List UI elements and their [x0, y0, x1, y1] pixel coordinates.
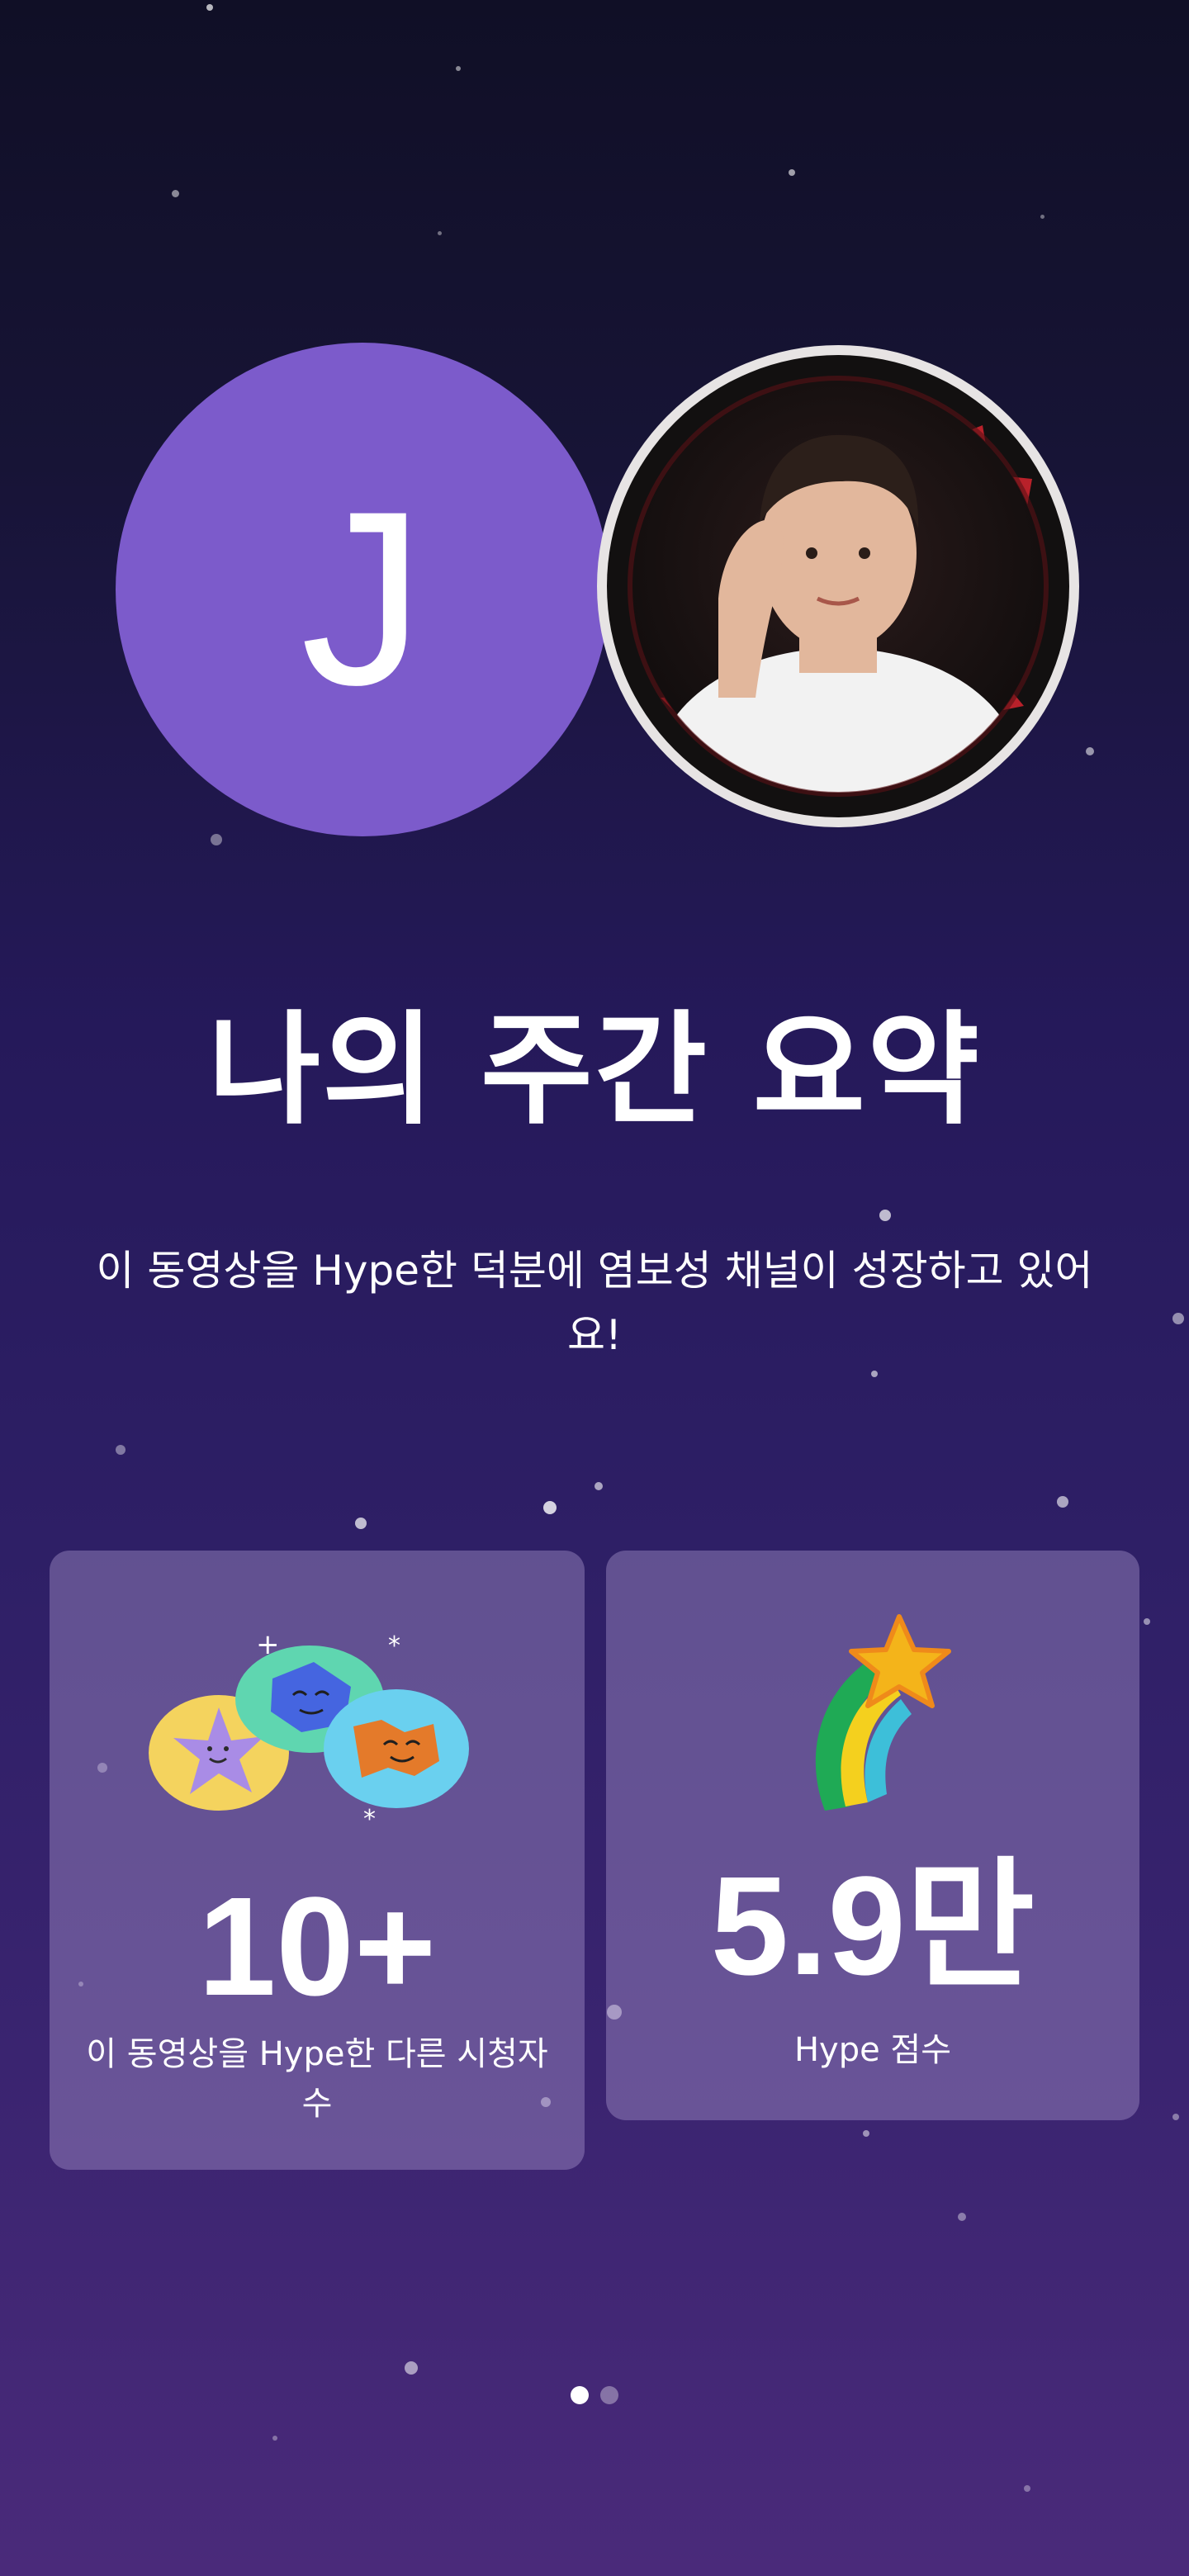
creator-avatar — [597, 345, 1079, 827]
hype-score-stat-card: 5.9만 Hype 점수 — [606, 1551, 1139, 2120]
hype-score-value: 5.9만 — [710, 1848, 1035, 2005]
page-dot-2[interactable] — [600, 2386, 618, 2404]
page-indicator[interactable] — [0, 2386, 1189, 2404]
viewers-stat-value: 10+ — [197, 1868, 437, 2025]
page-dot-1[interactable] — [571, 2386, 589, 2404]
svg-text:*: * — [388, 1631, 400, 1660]
user-avatar: J — [116, 343, 609, 836]
happy-faces-icon: + * * — [149, 1629, 469, 1834]
page-subtitle: 이 동영상을 Hype한 덕분에 염보성 채널이 성장하고 있어요! — [96, 1247, 1093, 1359]
svg-text:*: * — [363, 1805, 376, 1834]
viewers-stat-label: 이 동영상을 Hype한 다른 시청자 수 — [86, 2035, 548, 2123]
svg-text:+: + — [256, 1629, 280, 1661]
page-title: 나의 주간 요약 — [207, 999, 981, 1141]
hype-score-label: Hype 점수 — [793, 2031, 952, 2069]
user-avatar-initial: J — [301, 459, 424, 736]
shooting-star-icon — [815, 1614, 951, 1811]
viewers-stat-card: + * * 10+ 이 동영상을 Hype한 다른 시청자 수 — [50, 1551, 585, 2170]
